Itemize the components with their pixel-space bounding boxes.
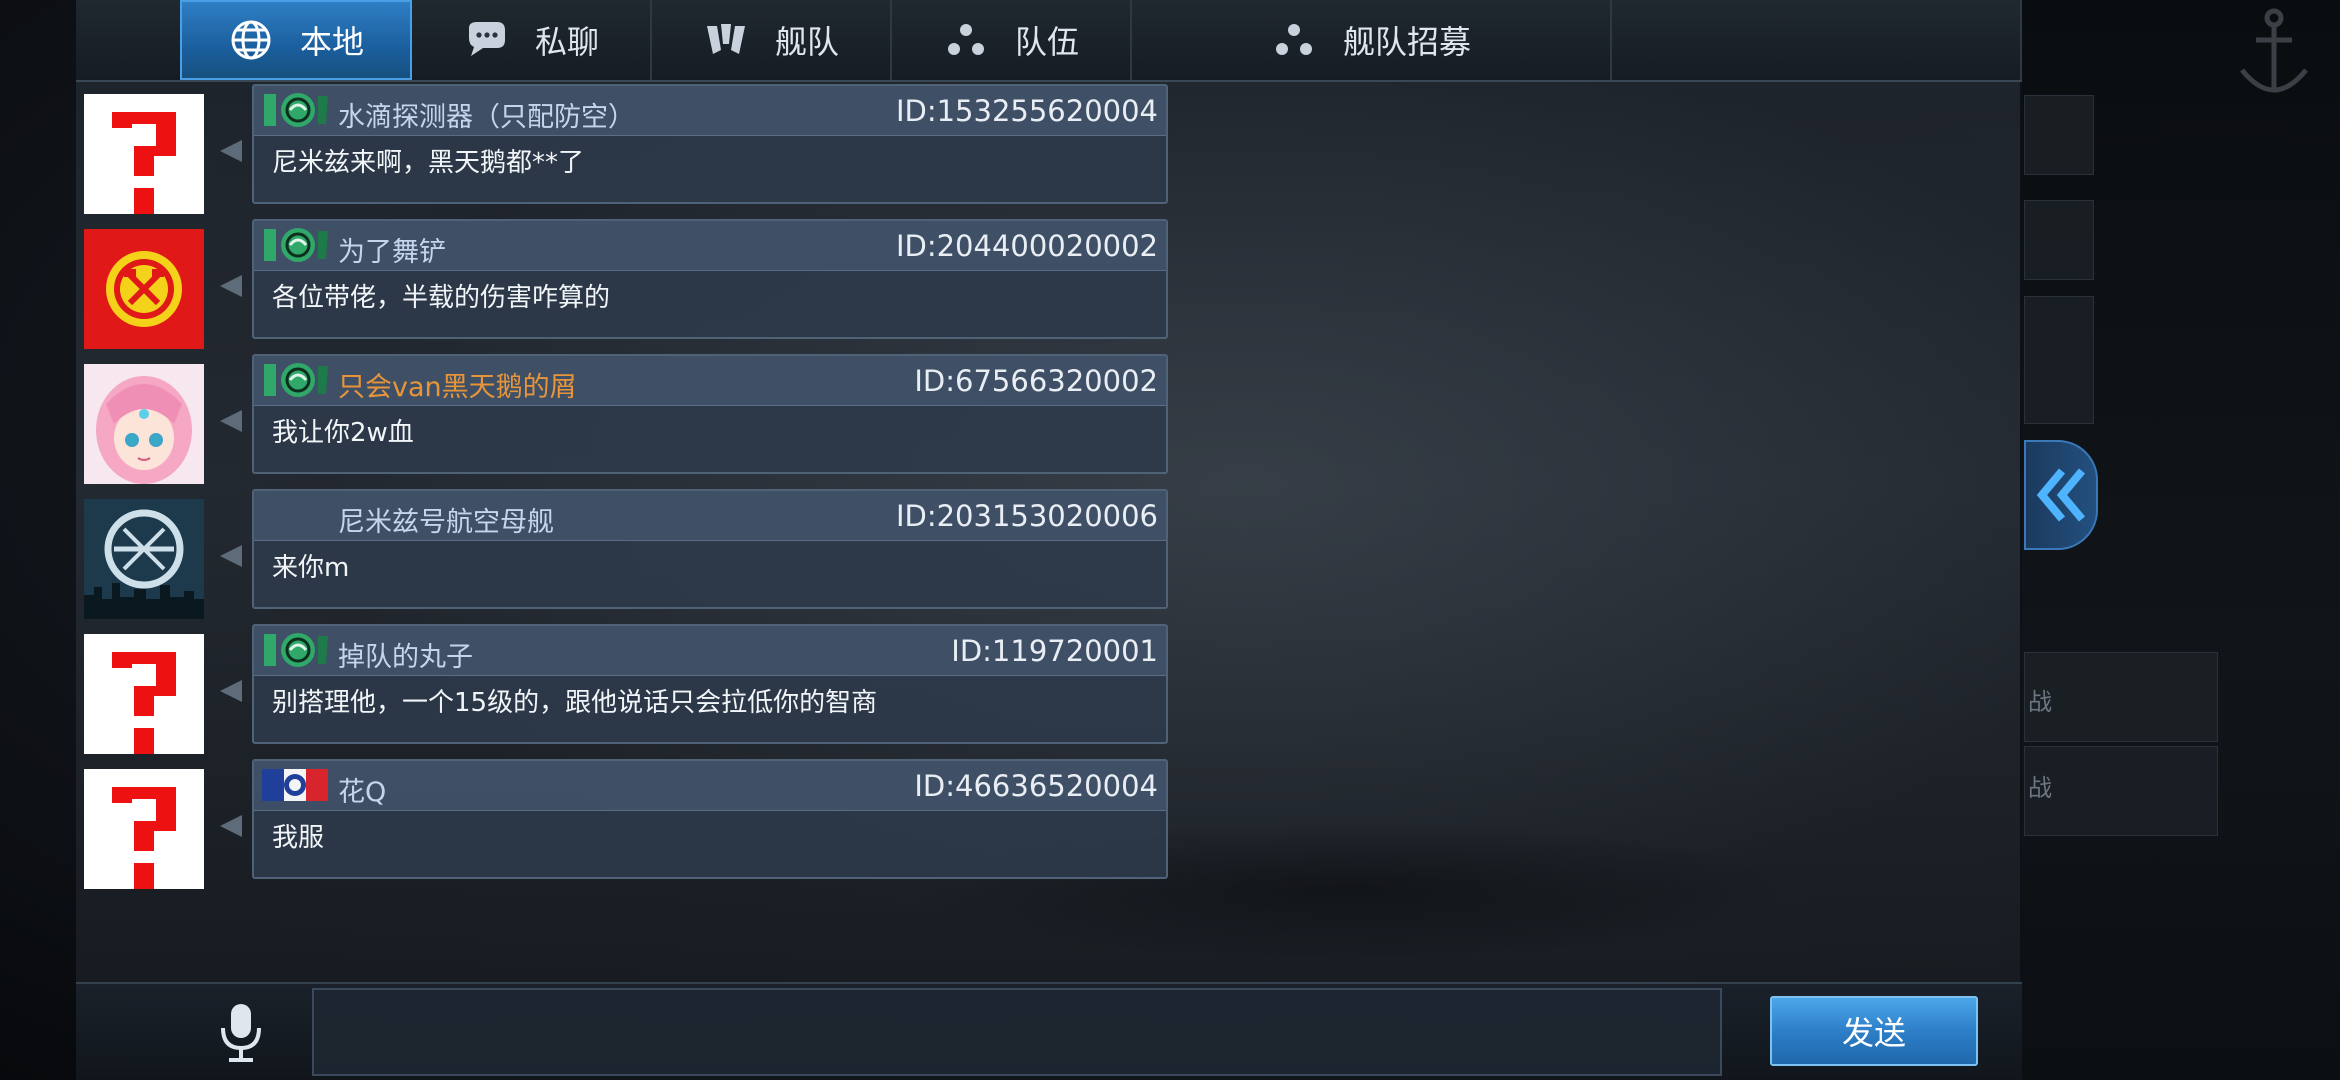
- hammer-emblem-icon: [84, 229, 204, 349]
- message-input[interactable]: [312, 988, 1722, 1076]
- sender-name[interactable]: 只会van黑天鹅的屑: [338, 365, 577, 404]
- user-id: ID:119720001: [951, 634, 1158, 668]
- user-id: ID:153255620004: [895, 94, 1158, 128]
- message-text: 各位带佬，半载的伤害咋算的: [272, 283, 611, 313]
- message-text: 我服: [272, 823, 325, 853]
- tab-label: 舰队招募: [1342, 23, 1471, 61]
- tab-private-chat[interactable]: 私聊: [412, 0, 652, 80]
- chat-message: 为了舞铲 ID:204400020002 各位带佬，半载的伤害咋算的: [84, 219, 1184, 354]
- fleet-badge-icon: [264, 363, 328, 397]
- message-text: 我让你2w血: [272, 418, 414, 448]
- message-list[interactable]: 水滴探测器（只配防空） ID:153255620004 尼米兹来啊，黑天鹅都**…: [84, 84, 1184, 894]
- message-header: 只会van黑天鹅的屑 ID:67566320002: [254, 356, 1166, 406]
- avatar[interactable]: [84, 769, 204, 889]
- message-bubble: 花Q ID:46636520004 我服: [252, 759, 1168, 879]
- fleet-badge-icon: [264, 228, 328, 262]
- fleet-badge-icon: [264, 93, 328, 127]
- chat-message: 尼米兹号航空母舰 ID:203153020006 来你m: [84, 489, 1184, 624]
- tab-label: 舰队: [774, 23, 839, 61]
- double-chevron-left-icon: [2036, 468, 2086, 522]
- bubble-pointer: [220, 545, 242, 567]
- message-header: 掉队的丸子 ID:119720001: [254, 626, 1166, 676]
- team-dots-icon: [1271, 17, 1317, 63]
- missing-avatar-question-icon: [84, 94, 204, 214]
- collapse-panel-button[interactable]: [2024, 440, 2098, 550]
- battle-label: 战: [2028, 688, 2052, 716]
- background-panel: [2024, 746, 2218, 836]
- user-id: ID:67566320002: [914, 364, 1158, 398]
- message-bubble: 掉队的丸子 ID:119720001 别搭理他，一个15级的，跟他说话只会拉低你…: [252, 624, 1168, 744]
- tab-label: 队伍: [1014, 23, 1079, 61]
- bubble-pointer: [220, 815, 242, 837]
- background-panel: [2024, 296, 2094, 424]
- sender-name[interactable]: 掉队的丸子: [338, 635, 473, 674]
- channel-tab-bar: 本地 私聊 舰队 队伍 舰队招募: [76, 0, 2022, 82]
- tab-label: 私聊: [534, 23, 599, 61]
- bubble-pointer: [220, 140, 242, 162]
- voice-input-button[interactable]: [196, 998, 286, 1068]
- fleet-badge-icon: [264, 633, 328, 667]
- missing-avatar-question-icon: [84, 769, 204, 889]
- french-flag-badge-icon: [262, 769, 328, 801]
- background-panel: [2024, 200, 2094, 280]
- background-panel: [2024, 95, 2094, 175]
- tab-team[interactable]: 队伍: [892, 0, 1132, 80]
- message-header: 尼米兹号航空母舰 ID:203153020006: [254, 491, 1166, 541]
- background-panel: [2024, 652, 2218, 742]
- chat-message: 掉队的丸子 ID:119720001 别搭理他，一个15级的，跟他说话只会拉低你…: [84, 624, 1184, 759]
- chat-message: 花Q ID:46636520004 我服: [84, 759, 1184, 894]
- bubble-pointer: [220, 410, 242, 432]
- sender-name[interactable]: 尼米兹号航空母舰: [338, 500, 554, 539]
- team-dots-icon: [943, 17, 989, 63]
- tab-bar-spacer: [1612, 0, 2022, 80]
- globe-icon: [228, 17, 274, 63]
- user-id: ID:46636520004: [914, 769, 1158, 803]
- message-header: 水滴探测器（只配防空） ID:153255620004: [254, 86, 1166, 136]
- avatar[interactable]: [84, 499, 204, 619]
- tab-bar-padding: [76, 0, 180, 80]
- user-id: ID:204400020002: [895, 229, 1158, 263]
- battle-label: 战: [2028, 774, 2052, 802]
- sender-name[interactable]: 水滴探测器（只配防空）: [338, 95, 635, 134]
- tab-label: 本地: [299, 23, 364, 61]
- message-text: 别搭理他，一个15级的，跟他说话只会拉低你的智商: [272, 688, 878, 718]
- chat-message: 水滴探测器（只配防空） ID:153255620004 尼米兹来啊，黑天鹅都**…: [84, 84, 1184, 219]
- avatar[interactable]: [84, 229, 204, 349]
- anime-girl-avatar-icon: [84, 364, 204, 484]
- anchor-icon[interactable]: [2234, 0, 2314, 110]
- message-bubble: 只会van黑天鹅的屑 ID:67566320002 我让你2w血: [252, 354, 1168, 474]
- send-button[interactable]: 发送: [1770, 996, 1978, 1066]
- user-id: ID:203153020006: [895, 499, 1158, 533]
- avatar[interactable]: [84, 94, 204, 214]
- message-bubble: 为了舞铲 ID:204400020002 各位带佬，半载的伤害咋算的: [252, 219, 1168, 339]
- message-text: 尼米兹来啊，黑天鹅都**了: [272, 148, 585, 178]
- avatar[interactable]: [84, 364, 204, 484]
- bubble-pointer: [220, 680, 242, 702]
- message-bubble: 水滴探测器（只配防空） ID:153255620004 尼米兹来啊，黑天鹅都**…: [252, 84, 1168, 204]
- microphone-icon: [221, 1004, 261, 1062]
- tab-fleet-recruit[interactable]: 舰队招募: [1132, 0, 1612, 80]
- message-header: 花Q ID:46636520004: [254, 761, 1166, 811]
- message-header: 为了舞铲 ID:204400020002: [254, 221, 1166, 271]
- message-bubble: 尼米兹号航空母舰 ID:203153020006 来你m: [252, 489, 1168, 609]
- fleet-emblem-icon: [703, 17, 749, 63]
- tab-fleet[interactable]: 舰队: [652, 0, 892, 80]
- sender-name[interactable]: 为了舞铲: [338, 230, 446, 269]
- sender-name[interactable]: 花Q: [338, 770, 386, 809]
- bubble-pointer: [220, 275, 242, 297]
- message-text: 来你m: [272, 553, 350, 583]
- tab-local[interactable]: 本地: [180, 0, 412, 80]
- avatar[interactable]: [84, 634, 204, 754]
- crosshair-city-avatar-icon: [84, 499, 204, 619]
- chat-message: 只会van黑天鹅的屑 ID:67566320002 我让你2w血: [84, 354, 1184, 489]
- missing-avatar-question-icon: [84, 634, 204, 754]
- chat-bubble-icon: [463, 17, 509, 63]
